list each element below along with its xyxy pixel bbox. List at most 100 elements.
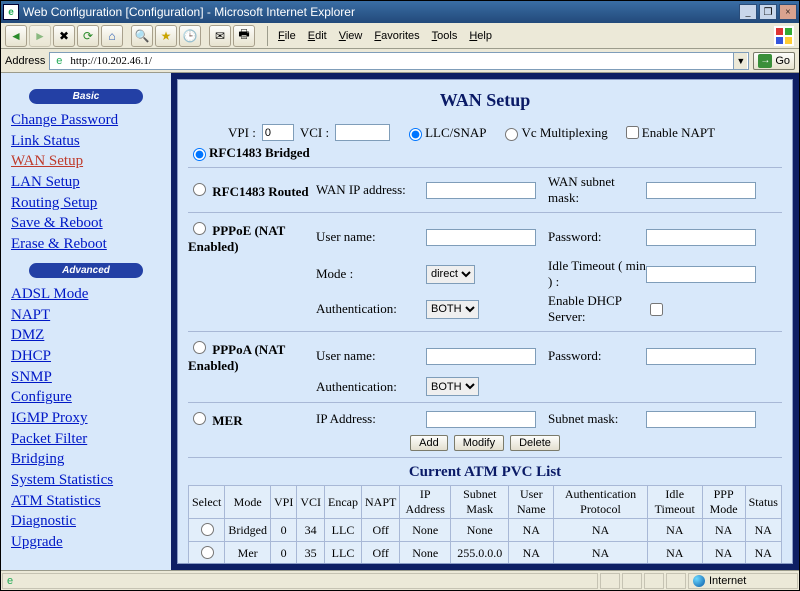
delete-button[interactable]: Delete — [510, 435, 560, 451]
pppoa-auth-select[interactable]: BOTH — [426, 377, 479, 396]
mail-button[interactable]: ✉ — [209, 25, 231, 47]
sidebar-item[interactable]: Save & Reboot — [11, 213, 161, 234]
pppoe-user-input[interactable] — [426, 229, 536, 246]
th-encap: Encap — [325, 486, 362, 519]
home-button[interactable]: ⌂ — [101, 25, 123, 47]
sidebar-item[interactable]: Bridging — [11, 449, 161, 470]
cell: 0 — [271, 542, 297, 565]
th-mode: Mode — [225, 486, 271, 519]
go-button[interactable]: → Go — [753, 52, 795, 70]
th-status: Status — [745, 486, 781, 519]
menu-view[interactable]: View — [333, 28, 369, 44]
sidebar-item[interactable]: Change Password — [11, 110, 161, 131]
history-button[interactable]: 🕒 — [179, 25, 201, 47]
minimize-button[interactable]: _ — [739, 4, 757, 20]
pppoe-pass-input[interactable] — [646, 229, 756, 246]
globe-icon — [693, 575, 705, 587]
pppoa-radio[interactable] — [193, 341, 206, 354]
auth-select[interactable]: BOTH — [426, 300, 479, 319]
address-dropdown-icon[interactable]: ▼ — [733, 53, 747, 69]
mode-select[interactable]: direct — [426, 265, 475, 284]
sidebar-item[interactable]: DMZ — [11, 325, 161, 346]
pppoa-auth-label: Authentication: — [316, 379, 426, 395]
bridged-radio[interactable] — [193, 148, 206, 161]
sidebar-item[interactable]: ADSL Mode — [11, 284, 161, 305]
app-window: e Web Configuration [Configuration] - Mi… — [0, 0, 800, 591]
ie-icon: e — [3, 4, 19, 20]
mer-subnet-input[interactable] — [646, 411, 756, 428]
pppoa-user-input[interactable] — [426, 348, 536, 365]
menu-favorites[interactable]: Favorites — [368, 28, 425, 44]
sidebar-item[interactable]: NAPT — [11, 305, 161, 326]
napt-checkbox[interactable] — [626, 126, 639, 139]
main-area: WAN Setup VPI : VCI : LLC/SNAP Vc Multip… — [171, 73, 799, 570]
sidebar-item[interactable]: Link Status — [11, 131, 161, 152]
titlebar: e Web Configuration [Configuration] - Mi… — [1, 1, 799, 23]
sidebar-item[interactable]: ATM Statistics — [11, 491, 161, 512]
cell: None — [400, 542, 451, 565]
sidebar-item[interactable]: Packet Filter — [11, 429, 161, 450]
stop-button[interactable]: ✖ — [53, 25, 75, 47]
idle-input[interactable] — [646, 266, 756, 283]
sidebar-item[interactable]: SNMP — [11, 367, 161, 388]
window-title: Web Configuration [Configuration] - Micr… — [23, 5, 739, 19]
print-button[interactable]: 🖶 — [233, 25, 255, 47]
row-select-radio[interactable] — [201, 523, 214, 536]
table-row: Bridged034LLCOffNoneNoneNANANANANA — [189, 519, 782, 542]
sidebar-item[interactable]: Configure — [11, 387, 161, 408]
maximize-button[interactable]: ❐ — [759, 4, 777, 20]
routed-radio[interactable] — [193, 183, 206, 196]
content-area: Basic Change PasswordLink StatusWAN Setu… — [1, 73, 799, 570]
vcmux-radio[interactable] — [505, 128, 518, 141]
atm-heading: Current ATM PVC List — [188, 464, 782, 481]
refresh-button[interactable]: ⟳ — [77, 25, 99, 47]
mer-ip-input[interactable] — [426, 411, 536, 428]
favorites-button[interactable]: ★ — [155, 25, 177, 47]
cell: NA — [554, 542, 648, 565]
go-icon: → — [758, 54, 772, 68]
llc-label: LLC/SNAP — [425, 125, 486, 141]
close-button[interactable]: × — [779, 4, 797, 20]
menu-help[interactable]: Help — [463, 28, 498, 44]
dhcp-checkbox[interactable] — [650, 303, 663, 316]
pppoa-pass-input[interactable] — [646, 348, 756, 365]
cell: 0 — [271, 519, 297, 542]
row-select-radio[interactable] — [201, 546, 214, 559]
cell: NA — [745, 542, 781, 565]
cell: NA — [702, 542, 745, 565]
sidebar-item[interactable]: LAN Setup — [11, 172, 161, 193]
sidebar-item[interactable]: Upgrade — [11, 532, 161, 553]
pppoe-radio[interactable] — [193, 222, 206, 235]
back-button[interactable]: ◄ — [5, 25, 27, 47]
sidebar-item[interactable]: Diagnostic — [11, 511, 161, 532]
search-button[interactable]: 🔍 — [131, 25, 153, 47]
sidebar-item[interactable]: Routing Setup — [11, 193, 161, 214]
vci-input[interactable] — [335, 124, 390, 141]
sidebar-item[interactable]: WAN Setup — [11, 151, 161, 172]
cell: None — [400, 519, 451, 542]
sidebar-item[interactable]: DHCP — [11, 346, 161, 367]
page-title: WAN Setup — [188, 90, 782, 111]
cell: None — [451, 519, 509, 542]
mer-radio[interactable] — [193, 412, 206, 425]
sidebar-item[interactable]: System Statistics — [11, 470, 161, 491]
status-left: e — [2, 573, 598, 589]
sidebar-item[interactable]: IGMP Proxy — [11, 408, 161, 429]
wan-subnet-input[interactable] — [646, 182, 756, 199]
vpi-input[interactable] — [262, 124, 294, 141]
cell: NA — [745, 519, 781, 542]
menu-tools[interactable]: Tools — [426, 28, 464, 44]
menu-file[interactable]: File — [272, 28, 302, 44]
modify-button[interactable]: Modify — [454, 435, 504, 451]
menu-edit[interactable]: Edit — [302, 28, 333, 44]
th-napt: NAPT — [362, 486, 400, 519]
llc-radio[interactable] — [409, 128, 422, 141]
add-button[interactable]: Add — [410, 435, 448, 451]
wan-panel: WAN Setup VPI : VCI : LLC/SNAP Vc Multip… — [177, 79, 793, 564]
address-input[interactable] — [49, 52, 749, 70]
status-cell — [622, 573, 642, 589]
sidebar-item[interactable]: Erase & Reboot — [11, 234, 161, 255]
napt-label: Enable NAPT — [642, 125, 715, 141]
wan-ip-input[interactable] — [426, 182, 536, 199]
forward-button[interactable]: ► — [29, 25, 51, 47]
